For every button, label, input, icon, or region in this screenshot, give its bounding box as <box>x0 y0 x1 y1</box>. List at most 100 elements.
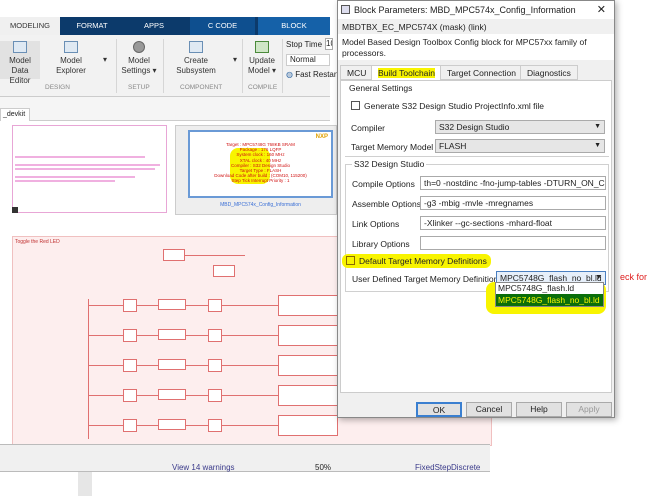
user-memory-dropdown-list: MPC5748G_flash.ld MPC5748G_flash_no_bl.l… <box>495 282 604 307</box>
annotation-area <box>12 125 167 213</box>
panel-divider <box>78 472 92 496</box>
warnings-link[interactable]: View 14 warnings <box>172 463 235 472</box>
tab-block[interactable]: BLOCK <box>258 17 330 35</box>
assemble-options-label: Assemble Options <box>352 199 421 209</box>
block-parameters-dialog: Block Parameters: MBD_MPC574x_Config_Inf… <box>337 0 615 418</box>
logic-block[interactable] <box>163 249 185 261</box>
chevron-down-icon: ▼ <box>594 142 601 149</box>
tab-target-connection[interactable]: Target Connection <box>440 65 523 80</box>
simulation-mode-select[interactable]: Normal <box>286 54 330 66</box>
component-more-icon[interactable]: ▾ <box>230 55 240 65</box>
update-icon <box>255 41 269 53</box>
tab-modeling[interactable]: MODELING <box>0 17 60 35</box>
boolean-block[interactable] <box>158 299 186 310</box>
mask-description: Model Based Design Toolbox Config block … <box>338 34 614 60</box>
delay-block[interactable] <box>123 329 137 342</box>
general-settings-title: General Settings <box>347 83 415 93</box>
model-explorer-button[interactable]: Model Explorer <box>50 41 92 76</box>
logic-block[interactable] <box>213 265 235 277</box>
gpio-write-block[interactable] <box>278 325 338 346</box>
memory-model-label: Target Memory Model <box>351 142 434 152</box>
delay-block[interactable] <box>123 359 137 372</box>
section-compile: COMPILE <box>248 84 278 91</box>
section-setup: SETUP <box>128 84 150 91</box>
library-options-label: Library Options <box>352 239 410 249</box>
stop-time-input[interactable]: 10 <box>325 38 333 50</box>
compiler-label: Compiler <box>351 123 386 133</box>
model-settings-label: Model Settings ▾ <box>121 56 157 75</box>
dialog-title: Block Parameters: MBD_MPC574x_Config_Inf… <box>354 5 576 15</box>
delay-block[interactable] <box>123 299 137 312</box>
config-block-caption: MBD_MPC574x_Config_Information <box>220 202 301 208</box>
tab-mcu[interactable]: MCU <box>340 65 374 80</box>
tab-apps[interactable]: APPS <box>124 17 184 35</box>
data-editor-icon <box>13 41 27 53</box>
create-subsystem-button[interactable]: Create Subsystem <box>168 41 224 76</box>
create-subsystem-label: Create Subsystem <box>176 56 216 75</box>
model-data-editor-button[interactable]: Model Data Editor <box>0 41 40 85</box>
delay-block[interactable] <box>123 419 137 432</box>
link-options-label: Link Options <box>352 219 400 229</box>
tab-build-toolchain-label: Build Toolchain <box>378 68 436 78</box>
fast-restart-button[interactable]: ◍ Fast Restart <box>286 70 339 79</box>
tab-format[interactable]: FORMAT <box>62 17 122 35</box>
subsystem-title: Toggle the Red LED <box>15 239 60 245</box>
ok-button[interactable]: OK <box>416 402 462 417</box>
signal-line <box>185 255 245 256</box>
section-design: DESIGN <box>45 84 70 91</box>
boolean-block[interactable] <box>158 329 186 340</box>
close-icon[interactable]: ✕ <box>597 1 606 19</box>
tab-build-toolchain[interactable]: Build Toolchain <box>371 65 443 81</box>
model-settings-button[interactable]: Model Settings ▾ <box>120 41 158 76</box>
delay-block[interactable] <box>208 359 222 372</box>
library-options-input[interactable] <box>420 236 606 250</box>
gpio-write-block[interactable] <box>278 355 338 376</box>
gpio-write-block[interactable] <box>278 385 338 406</box>
compile-options-label: Compile Options <box>352 179 415 189</box>
compiler-select[interactable]: S32 Design Studio ▼ <box>435 120 605 134</box>
nxp-logo: NXP <box>315 134 328 140</box>
default-memory-checkbox[interactable]: Default Target Memory Definitions <box>342 254 491 268</box>
boolean-block[interactable] <box>158 389 186 400</box>
checkbox-icon <box>346 256 355 265</box>
config-text: Target : MPC5748G 768KB SRAM Package : 17… <box>190 142 331 184</box>
chevron-down-icon: ▼ <box>594 123 601 130</box>
stop-time-label: Stop Time <box>286 40 323 49</box>
delay-block[interactable] <box>123 389 137 402</box>
fast-restart-icon: ◍ <box>286 70 296 79</box>
tab-c-code[interactable]: C CODE <box>190 17 255 35</box>
solver-link[interactable]: FixedStepDiscrete <box>415 463 480 472</box>
compiler-value: S32 Design Studio <box>439 122 510 132</box>
design-more-icon[interactable]: ▾ <box>100 55 110 65</box>
update-model-label: Update Model ▾ <box>247 56 277 75</box>
delay-block[interactable] <box>208 329 222 342</box>
memory-model-select[interactable]: FLASH ▼ <box>435 139 605 153</box>
compile-options-input[interactable]: th=0 -nostdinc -fno-jump-tables -DTURN_O… <box>420 176 606 190</box>
config-information-block[interactable]: NXP Target : MPC5748G 768KB SRAM Package … <box>188 130 333 198</box>
generate-projectinfo-label: Generate S32 Design Studio ProjectInfo.x… <box>364 101 545 111</box>
delay-block[interactable] <box>208 299 222 312</box>
dialog-icon <box>341 5 350 14</box>
model-tab[interactable]: _devkit <box>0 108 30 121</box>
update-model-button[interactable]: Update Model ▾ <box>245 41 279 76</box>
option-flash-no-bl[interactable]: MPC5748G_flash_no_bl.ld <box>496 294 603 306</box>
cancel-button[interactable]: Cancel <box>466 402 512 417</box>
option-flash[interactable]: MPC5748G_flash.ld <box>496 283 603 294</box>
generate-projectinfo-checkbox[interactable]: Generate S32 Design Studio ProjectInfo.x… <box>351 101 544 111</box>
help-button[interactable]: Help <box>516 402 562 417</box>
delay-block[interactable] <box>208 419 222 432</box>
fast-restart-label: Fast Restart <box>295 70 339 79</box>
boolean-block[interactable] <box>158 359 186 370</box>
link-options-input[interactable]: -Xlinker --gc-sections -mhard-float <box>420 216 606 230</box>
section-component: COMPONENT <box>180 84 223 91</box>
delay-block[interactable] <box>208 389 222 402</box>
checkbox-icon <box>351 101 360 110</box>
gpio-write-block[interactable] <box>278 295 338 316</box>
tab-diagnostics[interactable]: Diagnostics <box>520 65 578 80</box>
gpio-write-block[interactable] <box>278 415 338 436</box>
apply-button[interactable]: Apply <box>566 402 612 417</box>
assemble-options-input[interactable]: -g3 -mbig -mvle -mregnames <box>420 196 606 210</box>
status-bar: View 14 warnings 50% FixedStepDiscrete <box>0 444 490 472</box>
model-tabstrip <box>0 97 330 121</box>
boolean-block[interactable] <box>158 419 186 430</box>
